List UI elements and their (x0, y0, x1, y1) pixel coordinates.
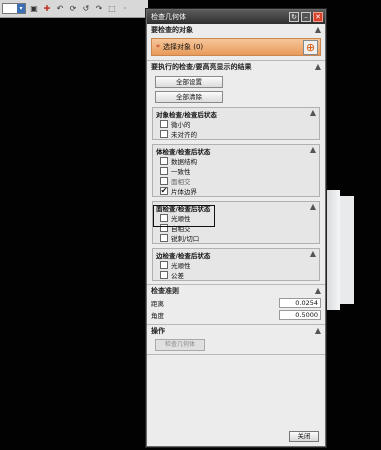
edge-check-group: 边检查/检查后状态 ▲ 光顺性 公差 (152, 248, 320, 281)
checkbox[interactable] (160, 177, 168, 185)
set-all-button[interactable]: 全部设置 (155, 76, 223, 88)
more-icon[interactable]: · (120, 4, 130, 14)
checkbox-label: 片体边界 (171, 188, 197, 196)
angle-label: 角度 (151, 312, 164, 320)
object-check-group: 对象检查/检查后状态 ▲ 微小的 未对齐的 (152, 107, 320, 140)
checkbox[interactable] (160, 157, 168, 165)
checks-header-label: 要执行的检查/要高亮显示的结果 (151, 63, 252, 71)
redo-icon[interactable]: ↷ (94, 4, 104, 14)
clear-all-button[interactable]: 全部清除 (155, 91, 223, 103)
loop-icon[interactable]: ⟳ (68, 4, 78, 14)
checks-section-header[interactable]: 要执行的检查/要高亮显示的结果 ▲ (147, 61, 325, 73)
checkbox-row-data-structure[interactable]: 数据结构 (153, 156, 319, 166)
collapse-icon[interactable]: ▲ (315, 62, 321, 71)
checkbox[interactable] (160, 234, 168, 242)
checkbox-label: 公差 (171, 272, 184, 280)
angle-row: 角度 0.5000 (147, 309, 325, 321)
checkbox[interactable] (160, 167, 168, 175)
objects-section: 要检查的对象 ▲ * 选择对象 (0) ⊕ (147, 24, 325, 61)
checkbox-label: 未对齐的 (171, 131, 197, 139)
undo-icon[interactable]: ↺ (81, 4, 91, 14)
body-check-header[interactable]: 体检查/检查后状态 ▲ (153, 145, 319, 156)
operation-header-label: 操作 (151, 327, 165, 335)
check-geometry-dialog: 检查几何体 ↻ – ✕ 要检查的对象 ▲ * 选择对象 (0) ⊕ 要执行的检查… (146, 9, 326, 447)
object-check-header-label: 对象检查/检查后状态 (156, 110, 217, 119)
dialog-title: 检查几何体 (151, 13, 186, 21)
collapse-icon[interactable]: ▲ (310, 202, 316, 211)
distance-field[interactable]: 0.0254 (279, 298, 321, 308)
checkbox-row-spikes[interactable]: 锐刺/切口 (153, 233, 319, 243)
marquee-icon[interactable]: ⬚ (107, 4, 117, 14)
dialog-titlebar: 检查几何体 ↻ – ✕ (147, 10, 325, 24)
select-object-row[interactable]: * 选择对象 (0) ⊕ (151, 38, 321, 56)
criteria-section: 检查准则 ▲ 距离 0.0254 角度 0.5000 (147, 285, 325, 325)
checkbox-label: 锐刺/切口 (171, 235, 200, 243)
snap-icon[interactable]: ▣ (29, 4, 39, 14)
operation-section: 操作 ▲ 检查几何体 (147, 325, 325, 355)
checkbox-row-face-intersect[interactable]: 面相交 (153, 176, 319, 186)
body-check-group: 体检查/检查后状态 ▲ 数据结构 一致性 面相交 ✔ 片体边界 (152, 144, 320, 197)
collapse-icon[interactable]: ▲ (315, 286, 321, 295)
filter-combo[interactable]: ▾ (2, 3, 26, 14)
collapse-icon[interactable]: ▲ (315, 25, 321, 34)
distance-row: 距离 0.0254 (147, 297, 325, 309)
point-snap-icon[interactable]: ✚ (42, 4, 52, 14)
select-object-label: 选择对象 (0) (163, 43, 204, 51)
close-icon[interactable]: ✕ (313, 12, 323, 22)
model-body-side (340, 196, 354, 304)
curve-icon[interactable]: ↶ (55, 4, 65, 14)
criteria-section-header[interactable]: 检查准则 ▲ (147, 285, 325, 297)
checkbox-label: 面相交 (171, 178, 191, 186)
checkbox[interactable] (160, 120, 168, 128)
checkbox-label: 数据结构 (171, 158, 197, 166)
checkbox[interactable] (160, 130, 168, 138)
top-toolbar: ▾ ▣ ✚ ↶ ⟳ ↺ ↷ ⬚ · (0, 0, 148, 18)
required-star-icon: * (156, 42, 160, 52)
collapse-icon[interactable]: ▲ (315, 326, 321, 335)
operation-section-header[interactable]: 操作 ▲ (147, 325, 325, 337)
objects-header-label: 要检查的对象 (151, 26, 193, 34)
collapse-icon[interactable]: ▲ (310, 145, 316, 154)
check-geometry-button[interactable]: 检查几何体 (155, 339, 205, 351)
checkbox-row-sheet-boundary[interactable]: ✔ 片体边界 (153, 186, 319, 196)
checkbox-label: 微小的 (171, 121, 191, 129)
body-check-header-label: 体检查/检查后状态 (156, 147, 211, 156)
checkbox[interactable] (160, 271, 168, 279)
nx-workspace: ▾ ▣ ✚ ↶ ⟳ ↺ ↷ ⬚ · 检查几何体 ↻ – ✕ 要检查的对象 ▲ *… (0, 0, 381, 450)
checks-section: 要执行的检查/要高亮显示的结果 ▲ 全部设置 全部清除 对象检查/检查后状态 ▲… (147, 61, 325, 285)
reset-icon[interactable]: ↻ (289, 12, 299, 22)
checkbox-label: 一致性 (171, 168, 191, 176)
angle-field[interactable]: 0.5000 (279, 310, 321, 320)
edge-check-header[interactable]: 边检查/检查后状态 ▲ (153, 249, 319, 260)
distance-label: 距离 (151, 300, 164, 308)
checkbox-row-tolerance[interactable]: 公差 (153, 270, 319, 280)
checkbox[interactable] (160, 261, 168, 269)
crosshair-icon[interactable]: ⊕ (303, 40, 318, 55)
checkbox-label: 光顺性 (171, 262, 191, 270)
checkbox-row-consistency[interactable]: 一致性 (153, 166, 319, 176)
checkbox-row-tiny[interactable]: 微小的 (153, 119, 319, 129)
edge-check-header-label: 边检查/检查后状态 (156, 251, 211, 260)
criteria-header-label: 检查准则 (151, 287, 179, 295)
chevron-down-icon[interactable]: ▾ (17, 4, 25, 13)
checkbox-row-misaligned[interactable]: 未对齐的 (153, 129, 319, 139)
collapse-icon[interactable]: ▲ (310, 108, 316, 117)
collapse-icon[interactable]: ▲ (310, 249, 316, 258)
minimize-icon[interactable]: – (301, 12, 311, 22)
object-check-header[interactable]: 对象检查/检查后状态 ▲ (153, 108, 319, 119)
checkbox-row-edge-smoothness[interactable]: 光顺性 (153, 260, 319, 270)
objects-section-header[interactable]: 要检查的对象 ▲ (147, 24, 325, 36)
close-button[interactable]: 关闭 (289, 431, 319, 442)
checkbox-checked[interactable]: ✔ (160, 187, 168, 195)
highlight-annotation-box (153, 205, 215, 227)
